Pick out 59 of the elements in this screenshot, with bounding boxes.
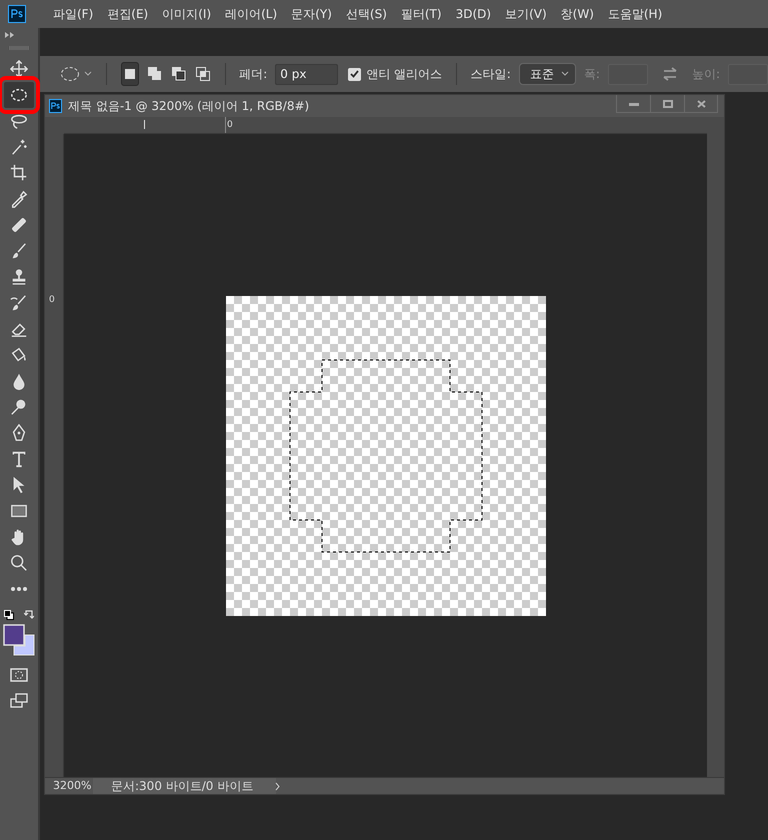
feather-field[interactable]: 0 px: [275, 64, 338, 84]
anti-alias-checkbox[interactable]: [348, 68, 362, 80]
crop-icon: [10, 164, 28, 182]
document-icon: [49, 99, 62, 113]
style-dropdown[interactable]: 표준: [518, 63, 576, 85]
type-icon: [10, 450, 28, 468]
style-label: 스타일:: [470, 66, 511, 83]
document-title: 제목 없음-1 @ 3200% (레이어 1, RGB/8#): [68, 98, 310, 115]
history-brush-icon: [10, 294, 28, 312]
zoom-level: 3200%: [52, 778, 92, 794]
minimize-icon: [628, 102, 638, 106]
ruler-label: 0: [227, 119, 233, 132]
move-icon: [10, 60, 28, 78]
pen-icon: [10, 424, 28, 442]
lasso-icon: [10, 112, 28, 130]
menu-item[interactable]: 보기(V): [498, 5, 554, 23]
menu-item[interactable]: 레이어(L): [218, 5, 284, 23]
new-selection-button[interactable]: [120, 62, 139, 86]
scrollbar[interactable]: [707, 117, 724, 777]
selection-mode-icon: [170, 66, 187, 82]
feather-label: 페더:: [239, 66, 268, 83]
tool-preset-picker[interactable]: [60, 66, 92, 82]
anti-alias-label: 앤티 앨리어스: [366, 66, 442, 83]
swap-colors-icon[interactable]: [24, 610, 34, 620]
ellipse-marquee-icon: [10, 86, 28, 104]
collapse-icon[interactable]: [5, 32, 15, 38]
selection-mode-icon: [194, 66, 211, 82]
ruler-label: 0: [49, 294, 55, 307]
selection-mode-icon: [146, 66, 163, 82]
menu-item[interactable]: 편집(E): [100, 5, 156, 23]
menu-item[interactable]: 이미지(I): [155, 5, 218, 23]
tool-button[interactable]: [4, 82, 34, 108]
menu-item[interactable]: 선택(S): [338, 5, 394, 23]
ellipse-marquee-icon: [60, 66, 80, 82]
menu-item[interactable]: 도움말(H): [600, 5, 670, 23]
menu-item[interactable]: 창(W): [554, 5, 601, 23]
stamp-icon: [10, 268, 28, 286]
menu-item[interactable]: 3D(D): [448, 5, 498, 23]
background-color-swatch[interactable]: [14, 634, 34, 656]
dodge-icon: [10, 398, 28, 416]
menu-item[interactable]: 파일(F): [46, 5, 100, 23]
default-colors-icon[interactable]: [4, 610, 14, 620]
maximize-icon: [662, 100, 672, 108]
paint-bucket-icon: [10, 346, 28, 364]
foreground-color-swatch[interactable]: [3, 624, 25, 646]
menu-item[interactable]: 문자(Y): [284, 5, 339, 23]
app-logo-icon: [8, 5, 26, 23]
eyedropper-icon: [10, 190, 28, 208]
magic-wand-icon: [10, 138, 28, 156]
more-tools-icon: [11, 587, 27, 591]
brush-icon: [10, 242, 28, 260]
caret-icon: [84, 71, 92, 77]
close-icon: [696, 100, 706, 108]
zoom-icon: [10, 554, 28, 572]
swap-icon[interactable]: [662, 67, 678, 81]
rectangle-icon: [10, 502, 28, 520]
caret-icon: [560, 71, 569, 77]
grip-icon[interactable]: [9, 46, 29, 50]
menu-item[interactable]: 필터(T): [394, 5, 449, 23]
